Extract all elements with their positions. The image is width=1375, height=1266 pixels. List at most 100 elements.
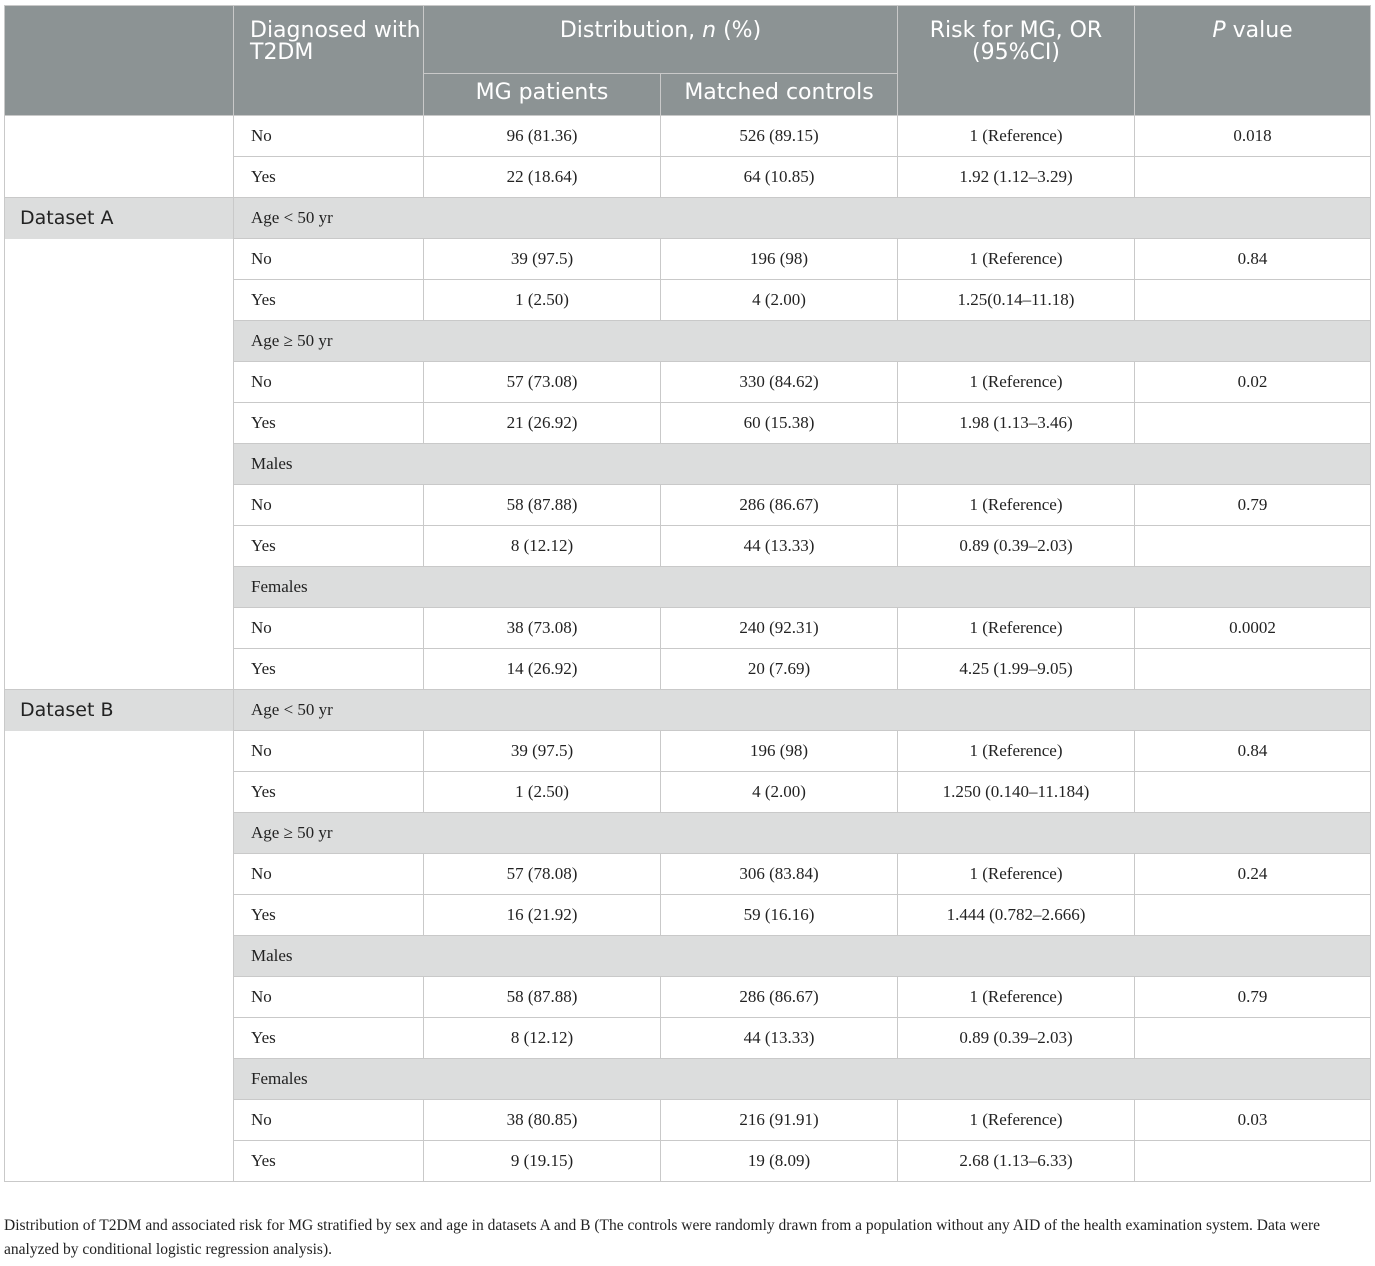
p-cell: 0.24 bbox=[1134, 853, 1371, 895]
or-cell: 1.444 (0.782–2.666) bbox=[897, 894, 1135, 936]
ctrl-cell: 44 (13.33) bbox=[660, 1017, 898, 1059]
p-cell bbox=[1134, 402, 1371, 444]
table-body: No 96 (81.36) 526 (89.15) 1 (Reference) … bbox=[4, 115, 1371, 1182]
header-matched-controls: Matched controls bbox=[660, 73, 898, 116]
mg-cell: 9 (19.15) bbox=[423, 1140, 661, 1182]
subgroup-title: Age ≥ 50 yr bbox=[233, 812, 1371, 854]
p-cell: 0.03 bbox=[1134, 1099, 1371, 1141]
mg-cell: 8 (12.12) bbox=[423, 1017, 661, 1059]
ctrl-cell: 240 (92.31) bbox=[660, 607, 898, 649]
ctrl-cell: 196 (98) bbox=[660, 238, 898, 280]
ctrl-cell: 20 (7.69) bbox=[660, 648, 898, 690]
header-diagnosed: Diagnosed with T2DM bbox=[233, 5, 424, 116]
header-distribution-suffix: (%) bbox=[716, 18, 762, 43]
ctrl-cell: 286 (86.67) bbox=[660, 484, 898, 526]
row-label: No bbox=[233, 361, 424, 403]
p-cell bbox=[1134, 525, 1371, 567]
overall-blank-cell bbox=[4, 115, 234, 198]
ctrl-cell: 19 (8.09) bbox=[660, 1140, 898, 1182]
header-distribution: Distribution, n (%) bbox=[423, 5, 898, 74]
row-label: No bbox=[233, 238, 424, 280]
or-cell: 1 (Reference) bbox=[897, 484, 1135, 526]
header-p-value: P value bbox=[1134, 5, 1371, 116]
or-cell: 1.92 (1.12–3.29) bbox=[897, 156, 1135, 198]
p-cell bbox=[1134, 771, 1371, 813]
ctrl-cell: 330 (84.62) bbox=[660, 361, 898, 403]
subgroup-title: Age < 50 yr bbox=[233, 197, 1371, 239]
row-label: Yes bbox=[233, 279, 424, 321]
row-label: Yes bbox=[233, 771, 424, 813]
subgroup-title: Males bbox=[233, 443, 1371, 485]
p-cell: 0.0002 bbox=[1134, 607, 1371, 649]
ctrl-cell: 4 (2.00) bbox=[660, 771, 898, 813]
results-table: Diagnosed with T2DM Distribution, n (%) … bbox=[4, 5, 1371, 1182]
subgroup-row: Dataset A Age < 50 yr bbox=[4, 197, 1371, 690]
mg-cell: 14 (26.92) bbox=[423, 648, 661, 690]
row-label: No bbox=[233, 115, 424, 157]
ctrl-cell: 526 (89.15) bbox=[660, 115, 898, 157]
p-cell: 0.79 bbox=[1134, 976, 1371, 1018]
subgroup-title: Females bbox=[233, 566, 1371, 608]
row-label: Yes bbox=[233, 402, 424, 444]
p-cell bbox=[1134, 279, 1371, 321]
mg-cell: 38 (80.85) bbox=[423, 1099, 661, 1141]
mg-cell: 39 (97.5) bbox=[423, 730, 661, 772]
or-cell: 1 (Reference) bbox=[897, 1099, 1135, 1141]
or-cell: 0.89 (0.39–2.03) bbox=[897, 1017, 1135, 1059]
or-cell: 1 (Reference) bbox=[897, 115, 1135, 157]
header-corner bbox=[4, 5, 234, 116]
ctrl-cell: 306 (83.84) bbox=[660, 853, 898, 895]
header-p-italic: P bbox=[1212, 18, 1226, 43]
header-risk-text: Risk for MG, OR (95%CI) bbox=[929, 18, 1103, 65]
table-row: No 96 (81.36) 526 (89.15) 1 (Reference) … bbox=[4, 115, 1371, 198]
subgroup-title: Males bbox=[233, 935, 1371, 977]
p-cell: 0.84 bbox=[1134, 730, 1371, 772]
mg-cell: 22 (18.64) bbox=[423, 156, 661, 198]
or-cell: 0.89 (0.39–2.03) bbox=[897, 525, 1135, 567]
p-cell bbox=[1134, 648, 1371, 690]
table-header: Diagnosed with T2DM Distribution, n (%) … bbox=[4, 5, 1371, 116]
row-label: No bbox=[233, 1099, 424, 1141]
mg-cell: 21 (26.92) bbox=[423, 402, 661, 444]
ctrl-cell: 60 (15.38) bbox=[660, 402, 898, 444]
subgroup-title: Age ≥ 50 yr bbox=[233, 320, 1371, 362]
ctrl-cell: 4 (2.00) bbox=[660, 279, 898, 321]
ctrl-cell: 196 (98) bbox=[660, 730, 898, 772]
p-cell: 0.02 bbox=[1134, 361, 1371, 403]
mg-cell: 16 (21.92) bbox=[423, 894, 661, 936]
mg-cell: 57 (73.08) bbox=[423, 361, 661, 403]
or-cell: 1 (Reference) bbox=[897, 976, 1135, 1018]
row-label: Yes bbox=[233, 156, 424, 198]
row-label: Yes bbox=[233, 1017, 424, 1059]
p-cell: 0.018 bbox=[1134, 115, 1371, 157]
p-cell bbox=[1134, 1017, 1371, 1059]
dataset-b-label: Dataset B bbox=[5, 690, 233, 731]
or-cell: 1 (Reference) bbox=[897, 238, 1135, 280]
p-cell: 0.79 bbox=[1134, 484, 1371, 526]
ctrl-cell: 44 (13.33) bbox=[660, 525, 898, 567]
or-cell: 1 (Reference) bbox=[897, 361, 1135, 403]
header-risk: Risk for MG, OR (95%CI) bbox=[897, 5, 1135, 116]
row-label: Yes bbox=[233, 525, 424, 567]
mg-cell: 8 (12.12) bbox=[423, 525, 661, 567]
mg-cell: 57 (78.08) bbox=[423, 853, 661, 895]
row-label: No bbox=[233, 853, 424, 895]
or-cell: 1 (Reference) bbox=[897, 607, 1135, 649]
row-label: No bbox=[233, 607, 424, 649]
row-label: No bbox=[233, 730, 424, 772]
mg-cell: 39 (97.5) bbox=[423, 238, 661, 280]
mg-cell: 38 (73.08) bbox=[423, 607, 661, 649]
header-p-rest: value bbox=[1225, 18, 1293, 43]
dataset-b-cell: Dataset B bbox=[4, 689, 234, 1182]
p-cell bbox=[1134, 156, 1371, 198]
mg-cell: 1 (2.50) bbox=[423, 279, 661, 321]
row-label: No bbox=[233, 976, 424, 1018]
or-cell: 2.68 (1.13–6.33) bbox=[897, 1140, 1135, 1182]
mg-cell: 58 (87.88) bbox=[423, 484, 661, 526]
or-cell: 1.98 (1.13–3.46) bbox=[897, 402, 1135, 444]
ctrl-cell: 216 (91.91) bbox=[660, 1099, 898, 1141]
header-distribution-n: n bbox=[702, 18, 717, 43]
or-cell: 1 (Reference) bbox=[897, 853, 1135, 895]
ctrl-cell: 286 (86.67) bbox=[660, 976, 898, 1018]
ctrl-cell: 64 (10.85) bbox=[660, 156, 898, 198]
